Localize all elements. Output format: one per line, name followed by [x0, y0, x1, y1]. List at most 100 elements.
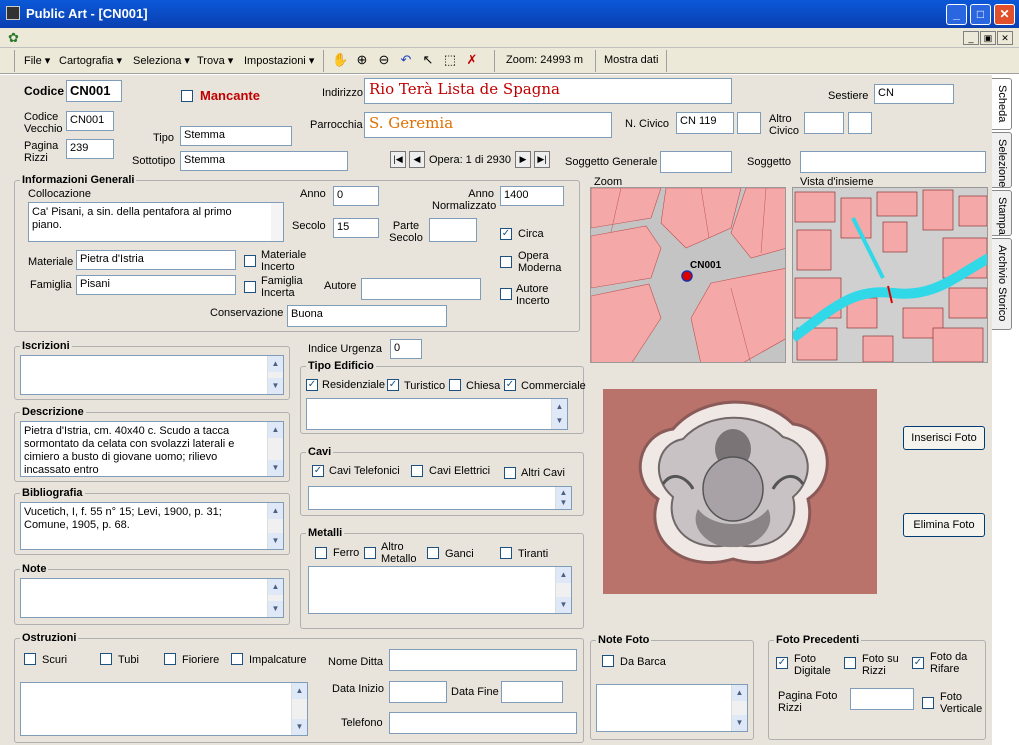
famiglia-incerta-checkbox[interactable] — [244, 281, 256, 293]
tiranti-checkbox[interactable] — [500, 547, 512, 559]
ferro-checkbox[interactable] — [315, 547, 327, 559]
note-foto-field[interactable]: ▲ ▼ — [596, 684, 748, 732]
zoom-in-icon[interactable]: ⊕ — [354, 52, 370, 68]
foto-digitale-checkbox[interactable]: ✓ — [776, 657, 788, 669]
select-box-icon[interactable]: ⬚ — [442, 52, 458, 68]
fioriere-checkbox[interactable] — [164, 653, 176, 665]
prev-record-button[interactable]: ◀ — [409, 151, 425, 168]
chiesa-checkbox[interactable] — [449, 379, 461, 391]
maximize-button[interactable]: □ — [970, 4, 991, 25]
data-fine-field[interactable] — [501, 681, 563, 703]
tipo-edificio-title: Tipo Edificio — [306, 360, 376, 372]
opera-moderna-checkbox[interactable] — [500, 256, 512, 268]
famiglia-field[interactable]: Pisani — [76, 275, 236, 295]
last-record-button[interactable]: ▶| — [534, 151, 550, 168]
tab-archivio-storico[interactable]: Archivio Storico — [992, 238, 1012, 330]
ncivico-field[interactable]: CN 119 — [676, 112, 734, 134]
zoom-out-icon[interactable]: ⊖ — [376, 52, 392, 68]
soggetto-field[interactable] — [800, 151, 986, 173]
turistico-checkbox[interactable]: ✓ — [387, 379, 399, 391]
delete-icon[interactable]: ✗ — [464, 52, 480, 68]
tab-selezione[interactable]: Selezione — [992, 132, 1012, 188]
secolo-field[interactable]: 15 — [333, 218, 379, 238]
iscrizioni-field[interactable]: ▲ ▼ — [20, 355, 284, 395]
cavi-telefonici-checkbox[interactable]: ✓ — [312, 465, 324, 477]
tab-scheda[interactable]: Scheda — [992, 78, 1012, 130]
tab-stampa[interactable]: Stampa — [992, 190, 1012, 236]
codice-vecchio-field[interactable]: CN001 — [66, 111, 114, 131]
sottotipo-field[interactable]: Stemma — [180, 151, 348, 171]
mdi-restore-button[interactable]: ▣ — [980, 31, 996, 45]
mdi-minimize-button[interactable]: _ — [963, 31, 979, 45]
menu-impostazioni[interactable]: Impostazioni ▾ — [244, 54, 314, 67]
materiale-field[interactable]: Pietra d'Istria — [76, 250, 236, 270]
close-button[interactable]: ✕ — [994, 4, 1015, 25]
foto-verticale-checkbox[interactable] — [922, 697, 934, 709]
parte-secolo-field[interactable] — [429, 218, 477, 242]
mdi-close-button[interactable]: ✕ — [997, 31, 1013, 45]
menu-seleziona[interactable]: Seleziona ▾ — [133, 54, 190, 67]
nome-ditta-field[interactable] — [389, 649, 577, 671]
mancante-checkbox[interactable] — [181, 90, 193, 102]
pagina-foto-rizzi-field[interactable] — [850, 688, 914, 710]
soggetto-generale-field[interactable] — [660, 151, 732, 173]
minimize-button[interactable]: _ — [946, 4, 967, 25]
insert-photo-button[interactable]: Inserisci Foto — [903, 426, 985, 450]
menu-trova[interactable]: Trova ▾ — [197, 54, 233, 67]
first-record-button[interactable]: |◀ — [390, 151, 406, 168]
autore-incerto-checkbox[interactable] — [500, 288, 512, 300]
note-field[interactable]: ▲ ▼ — [20, 578, 284, 618]
sestiere-field[interactable]: CN — [874, 84, 954, 104]
materiale-incerto-checkbox[interactable] — [244, 255, 256, 267]
indice-urgenza-field[interactable]: 0 — [390, 339, 422, 359]
cavi-elettrici-checkbox[interactable] — [411, 465, 423, 477]
overview-map[interactable] — [792, 187, 988, 363]
residenziale-checkbox[interactable]: ✓ — [306, 379, 318, 391]
ganci-checkbox[interactable] — [427, 547, 439, 559]
circa-checkbox[interactable]: ✓ — [500, 228, 512, 240]
ostruzioni-notes-field[interactable]: ▲ ▼ — [20, 682, 308, 736]
impalcature-checkbox[interactable] — [231, 653, 243, 665]
bibliografia-field[interactable]: Vucetich, I, f. 55 n° 15; Levi, 1900, p.… — [20, 502, 284, 550]
altro-civico-field[interactable] — [804, 112, 844, 134]
metalli-notes-field[interactable]: ▲ ▼ — [308, 566, 572, 614]
indirizzo-field[interactable]: Rio Terà Lista de Spagna — [364, 78, 732, 104]
altri-cavi-checkbox[interactable] — [504, 467, 516, 479]
telefono-field[interactable] — [389, 712, 577, 734]
residenziale-label: Residenziale — [322, 379, 385, 391]
tipo-edificio-notes-field[interactable]: ▲ ▼ — [306, 398, 568, 430]
scuri-checkbox[interactable] — [24, 653, 36, 665]
cavi-notes-field[interactable]: ▲ ▼ — [308, 486, 572, 510]
pan-hand-icon[interactable]: ✋ — [332, 52, 348, 68]
parrocchia-field[interactable]: S. Geremia — [364, 112, 612, 138]
conservazione-label: Conservazione — [210, 307, 284, 319]
anno-field[interactable]: 0 — [333, 186, 379, 206]
data-inizio-field[interactable] — [389, 681, 447, 703]
zoom-map[interactable] — [590, 187, 786, 363]
show-data-button[interactable]: Mostra dati — [604, 54, 658, 66]
commerciale-checkbox[interactable]: ✓ — [504, 379, 516, 391]
foto-su-rizzi-checkbox[interactable] — [844, 657, 856, 669]
altro-civico-extra-field[interactable] — [848, 112, 872, 134]
da-barca-checkbox[interactable] — [602, 655, 614, 667]
record-counter: Opera: 1 di 2930 — [429, 154, 511, 166]
tipo-field[interactable]: Stemma — [180, 126, 292, 146]
tubi-checkbox[interactable] — [100, 653, 112, 665]
anno-normalizzato-field[interactable]: 1400 — [500, 186, 564, 206]
ncivico-extra-field[interactable] — [737, 112, 761, 134]
menu-cartografia[interactable]: Cartografia ▾ — [59, 54, 122, 67]
pointer-icon[interactable]: ↖ — [420, 52, 436, 68]
collocazione-field[interactable]: Ca' Pisani, a sin. della pentafora al pr… — [28, 202, 284, 242]
sottotipo-label: Sottotipo — [132, 155, 176, 167]
conservazione-field[interactable]: Buona — [287, 305, 447, 327]
foto-da-rifare-checkbox[interactable]: ✓ — [912, 657, 924, 669]
menu-file[interactable]: File ▾ — [24, 54, 50, 67]
altro-metallo-checkbox[interactable] — [364, 547, 376, 559]
autore-field[interactable] — [361, 278, 481, 300]
undo-icon[interactable]: ↶ — [398, 52, 414, 68]
codice-field[interactable]: CN001 — [66, 80, 122, 102]
descrizione-field[interactable]: Pietra d'Istria, cm. 40x40 c. Scudo a ta… — [20, 421, 284, 477]
next-record-button[interactable]: ▶ — [515, 151, 531, 168]
delete-photo-button[interactable]: Elimina Foto — [903, 513, 985, 537]
pagina-rizzi-field[interactable]: 239 — [66, 139, 114, 159]
